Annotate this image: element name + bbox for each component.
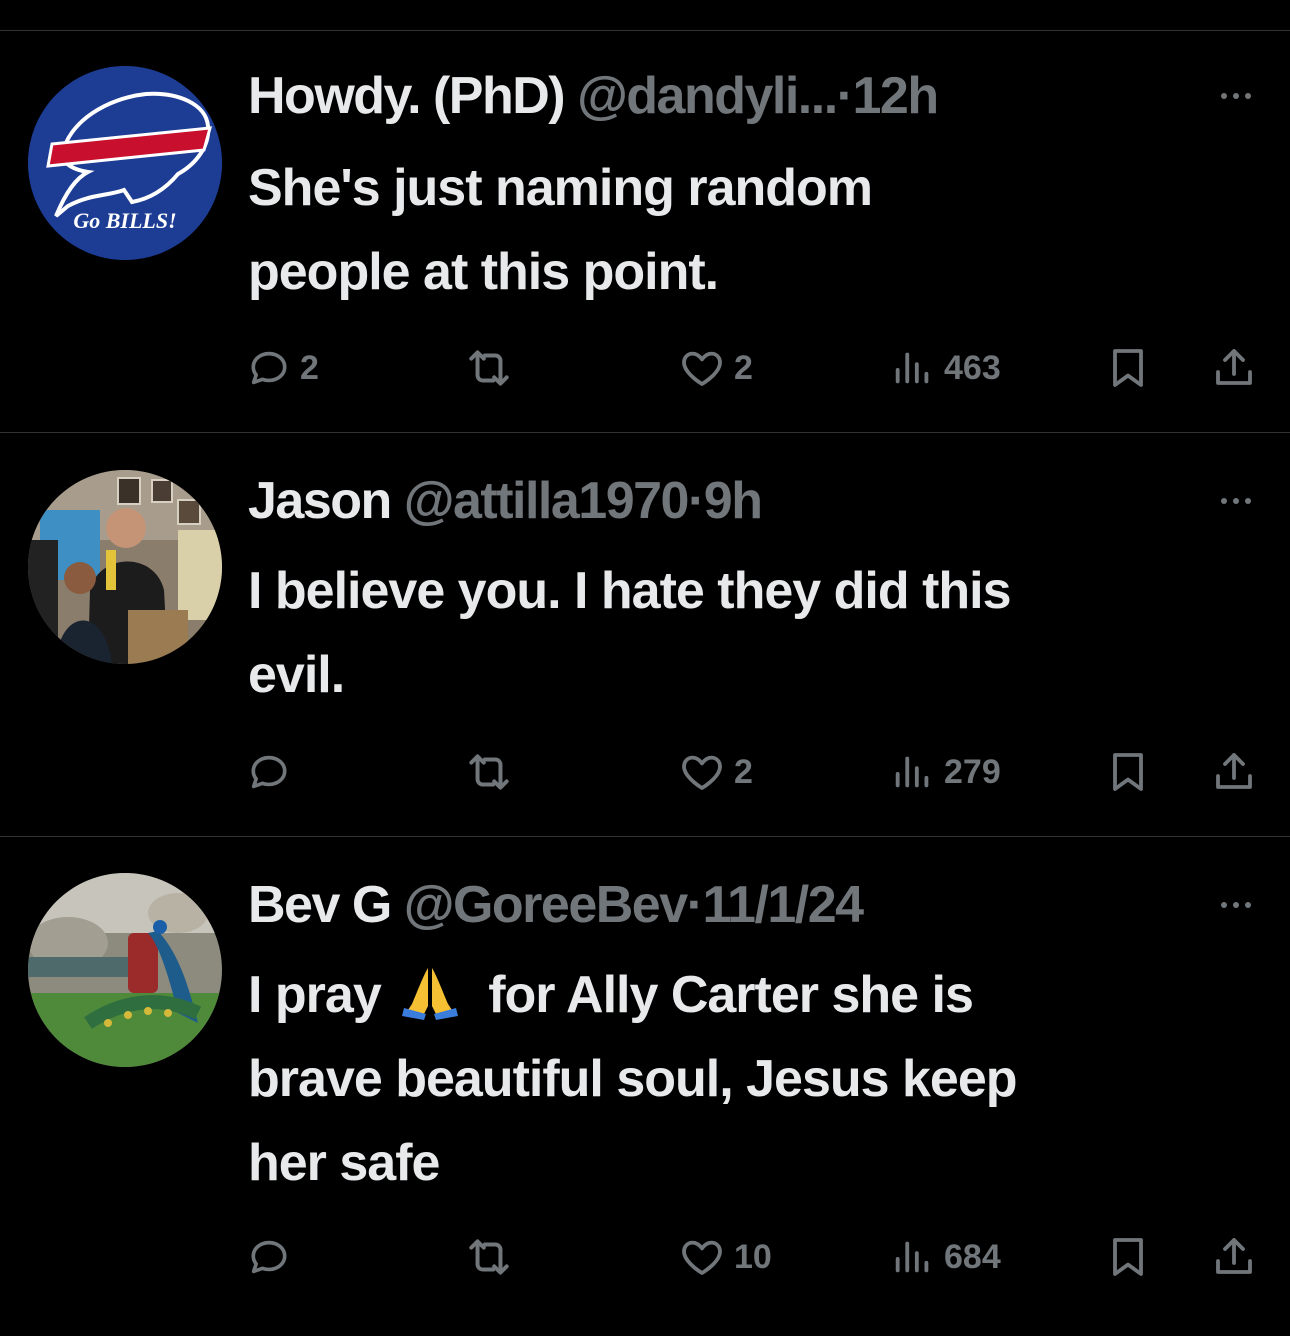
like-count: 2 xyxy=(734,348,753,387)
share-icon xyxy=(1210,344,1258,392)
bookmark-icon xyxy=(1104,748,1152,796)
display-name[interactable]: Jason xyxy=(248,472,392,530)
repost-button[interactable] xyxy=(464,1227,522,1287)
like-count: 2 xyxy=(734,752,753,791)
more-options-icon[interactable] xyxy=(1212,491,1260,511)
tweet-header: Bev G @GoreeBev·11/1/24 xyxy=(248,875,864,935)
view-count: 463 xyxy=(944,348,1001,387)
folded-hands-emoji-icon xyxy=(402,968,459,1020)
tweet-text-segment: I pray xyxy=(248,966,382,1024)
tweet-text-line: She's just naming random xyxy=(248,159,873,217)
reply-icon xyxy=(246,749,292,795)
tweet-2[interactable]: Jason @attilla1970·9h I believe you. I h… xyxy=(0,433,1290,836)
like-button[interactable]: 2 xyxy=(678,338,753,398)
bookmark-icon xyxy=(1104,344,1152,392)
profile-photo xyxy=(28,873,222,1067)
tweet-1[interactable]: Go BILLS! Howdy. (PhD) @dandyli...·12h S… xyxy=(0,0,1290,432)
tweet-text: I believe you. I hate they did this evil… xyxy=(248,549,1258,717)
share-icon xyxy=(1210,748,1258,796)
action-bar: 2 2 463 xyxy=(0,338,1290,398)
repost-icon xyxy=(464,343,514,393)
tweet-text-line: people at this point. xyxy=(248,243,719,301)
view-count: 684 xyxy=(944,1237,1001,1276)
heart-icon xyxy=(678,748,726,796)
repost-icon xyxy=(464,747,514,797)
heart-icon xyxy=(678,1233,726,1281)
user-handle[interactable]: @GoreeBev xyxy=(404,876,688,934)
share-icon xyxy=(1210,1233,1258,1281)
bills-logo-text: Go BILLS! xyxy=(73,208,176,233)
tweet-header: Jason @attilla1970·9h xyxy=(248,471,763,531)
repost-icon xyxy=(464,1232,514,1282)
like-button[interactable]: 2 xyxy=(678,742,753,802)
avatar-bev[interactable] xyxy=(28,873,222,1067)
tweet-3[interactable]: Bev G @GoreeBev·11/1/24 I pray for Ally … xyxy=(0,837,1290,1336)
avatar-bills[interactable]: Go BILLS! xyxy=(28,66,222,260)
timestamp[interactable]: 9h xyxy=(704,472,763,530)
more-options-icon[interactable] xyxy=(1212,86,1260,106)
separator-dot: · xyxy=(687,472,705,530)
tweet-text: She's just naming random people at this … xyxy=(248,146,1258,314)
tweet-text: I pray for Ally Carter she is brave beau… xyxy=(248,953,1258,1205)
separator-dot: · xyxy=(686,876,704,934)
heart-icon xyxy=(678,344,726,392)
tweet-text-line: I believe you. I hate they did this xyxy=(248,562,1012,620)
reply-icon xyxy=(246,345,292,391)
action-bar: 10 684 xyxy=(0,1227,1290,1287)
reply-count: 2 xyxy=(300,348,319,387)
views-button[interactable]: 684 xyxy=(890,1227,1001,1287)
views-icon xyxy=(890,749,936,795)
reply-icon xyxy=(246,1234,292,1280)
tweet-text-segment: for Ally Carter she is xyxy=(488,966,974,1024)
like-button[interactable]: 10 xyxy=(678,1227,772,1287)
timestamp[interactable]: 12h xyxy=(852,67,939,125)
reply-button[interactable] xyxy=(246,742,300,802)
action-bar: 2 279 xyxy=(0,742,1290,802)
bills-logo-icon: Go BILLS! xyxy=(28,66,222,260)
separator-dot: · xyxy=(836,67,854,125)
more-options-icon[interactable] xyxy=(1212,895,1260,915)
user-handle[interactable]: @dandyli... xyxy=(577,67,838,125)
share-button[interactable] xyxy=(1210,742,1258,802)
share-button[interactable] xyxy=(1210,338,1258,398)
tweet-text-line: her safe xyxy=(248,1134,440,1192)
views-button[interactable]: 279 xyxy=(890,742,1001,802)
timestamp[interactable]: 11/1/24 xyxy=(702,876,864,934)
tweet-text-line: evil. xyxy=(248,646,345,704)
bookmark-icon xyxy=(1104,1233,1152,1281)
bookmark-button[interactable] xyxy=(1104,338,1152,398)
tweet-text-line: I pray for Ally Carter she is xyxy=(248,953,1258,1037)
bookmark-button[interactable] xyxy=(1104,1227,1152,1287)
user-handle[interactable]: @attilla1970 xyxy=(404,472,690,530)
display-name[interactable]: Howdy. (PhD) xyxy=(248,67,566,125)
avatar-jason[interactable] xyxy=(28,470,222,664)
views-icon xyxy=(890,345,936,391)
share-button[interactable] xyxy=(1210,1227,1258,1287)
repost-button[interactable] xyxy=(464,338,522,398)
reply-button[interactable]: 2 xyxy=(246,338,319,398)
view-count: 279 xyxy=(944,752,1001,791)
views-icon xyxy=(890,1234,936,1280)
display-name[interactable]: Bev G xyxy=(248,876,392,934)
reply-button[interactable] xyxy=(246,1227,300,1287)
profile-photo xyxy=(28,470,222,664)
views-button[interactable]: 463 xyxy=(890,338,1001,398)
like-count: 10 xyxy=(734,1237,772,1276)
tweet-text-line: brave beautiful soul, Jesus keep xyxy=(248,1050,1018,1108)
tweet-header: Howdy. (PhD) @dandyli...·12h xyxy=(248,66,939,126)
bookmark-button[interactable] xyxy=(1104,742,1152,802)
repost-button[interactable] xyxy=(464,742,522,802)
